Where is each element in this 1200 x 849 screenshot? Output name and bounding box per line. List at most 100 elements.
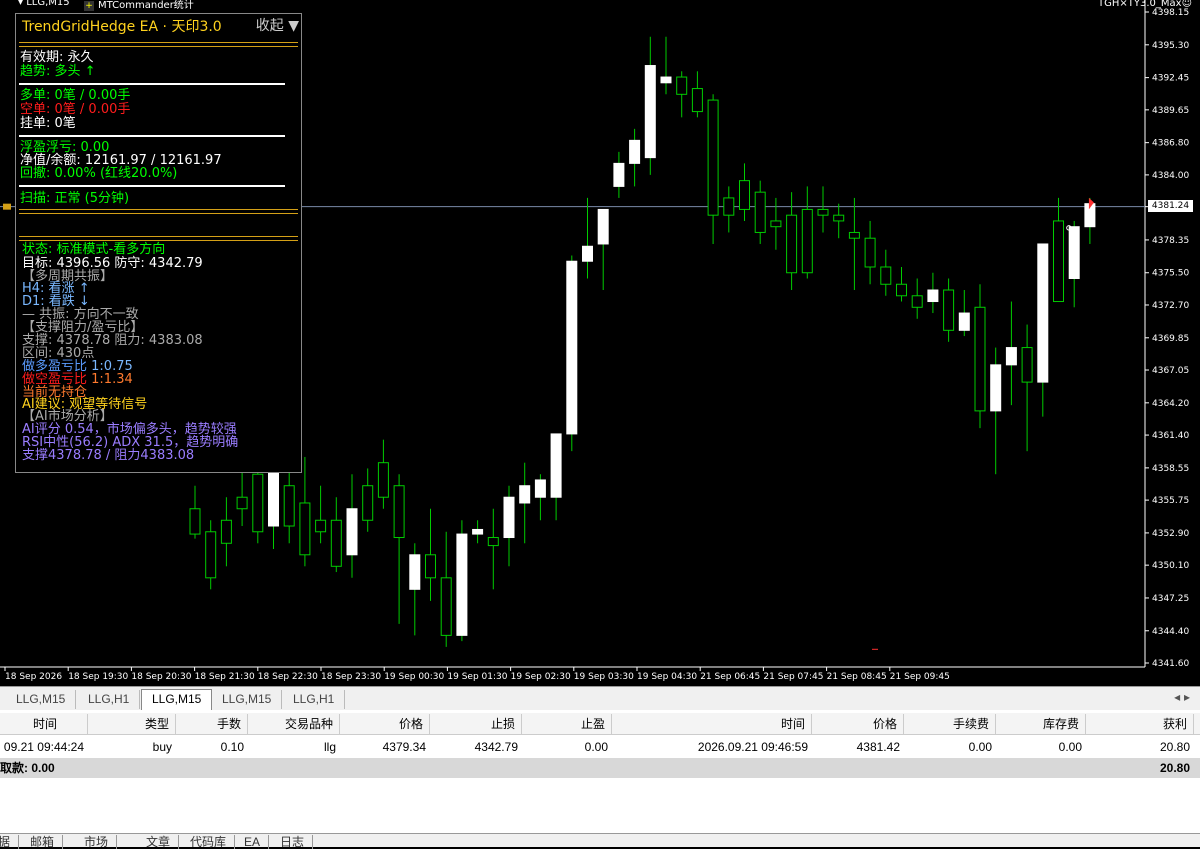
col-tp[interactable]: 止盈	[522, 714, 612, 734]
chart-tab[interactable]: LLG,M15	[212, 690, 283, 709]
candle-body	[189, 508, 201, 535]
candle-body	[691, 88, 703, 113]
col-open-time[interactable]: 时间	[0, 714, 88, 734]
col-current-price[interactable]: 价格	[812, 714, 904, 734]
cell-price: 4379.34	[382, 740, 426, 754]
divider	[19, 135, 285, 137]
candle-body	[739, 180, 750, 210]
col-swap[interactable]: 库存费	[996, 714, 1086, 734]
candle-body	[676, 76, 688, 95]
col-symbol[interactable]: 交易品种	[248, 714, 340, 734]
col-profit[interactable]: 获利	[1086, 714, 1194, 734]
cell-tp: 0.00	[584, 740, 608, 754]
cell-commission: 0.00	[968, 740, 992, 754]
candle-body	[283, 485, 295, 527]
candle-body	[927, 289, 939, 303]
chart-area[interactable]: 4398.15 4395.30 4392.45 4389.65 4386.80 4384.…	[0, 0, 1200, 686]
candle-body	[754, 191, 766, 233]
tab-scroll-arrows[interactable]: ◂ ▸	[1174, 690, 1190, 704]
terminal-tab-bar: 据 邮箱 市场 文章 代码库 EA 日志	[0, 833, 1200, 849]
table-row[interactable]: 09.21 09:44:24 buy 0.10 llg 4379.34 4342…	[0, 737, 1200, 757]
collapse-button[interactable]: 收起 ▼	[256, 15, 299, 35]
candle-body	[770, 220, 782, 228]
time-tick-label: 18 Sep 22:30	[258, 672, 318, 682]
candle-body	[943, 289, 955, 331]
candle-body	[723, 197, 735, 216]
candle-body	[1068, 226, 1080, 280]
table-header: 时间 类型 手数 交易品种 价格 止损 止盈 时间 价格 手续费 库存费 获利	[0, 713, 1200, 735]
chart-tab-active[interactable]: LLG,M15	[141, 689, 213, 710]
cell-symbol: llg	[323, 740, 336, 754]
col-price[interactable]: 价格	[340, 714, 430, 734]
time-tick-label: 18 Sep 2026	[5, 672, 62, 682]
price-tick-label: 4372.70	[1152, 301, 1189, 311]
candle-body	[1021, 347, 1033, 383]
candle-body	[440, 577, 452, 636]
divider	[19, 42, 298, 43]
time-tick-label: 18 Sep 19:30	[68, 672, 128, 682]
candle-body	[629, 139, 641, 164]
candle-body	[362, 485, 374, 521]
price-tick-label: 4350.10	[1152, 561, 1189, 571]
divider	[19, 213, 298, 214]
chart-tab[interactable]: LLG,H1	[78, 690, 141, 709]
col-type[interactable]: 类型	[88, 714, 176, 734]
candle-body	[974, 306, 986, 412]
ea-name-label: TGH×TY3.0_Max☺	[1098, 0, 1192, 9]
price-tick-label: 4395.30	[1152, 41, 1189, 51]
price-tick-label: 4347.25	[1152, 594, 1189, 604]
candle-body	[786, 214, 798, 274]
cell-open-time: 09.21 09:44:24	[3, 740, 84, 754]
candle-body	[817, 208, 829, 216]
time-tick-label: 19 Sep 00:30	[384, 672, 444, 682]
divider	[19, 185, 285, 187]
time-tick-label: 21 Sep 08:45	[827, 672, 887, 682]
candle-body	[801, 208, 813, 274]
price-tick-label: 4369.85	[1152, 334, 1189, 344]
terminal-panel: 时间 类型 手数 交易品种 价格 止损 止盈 时间 价格 手续费 库存费 获利 …	[0, 710, 1200, 847]
time-tick-label: 21 Sep 06:45	[700, 672, 760, 682]
candle-body	[236, 496, 248, 510]
plugin-label[interactable]: + MTCommander统计	[84, 0, 194, 11]
price-tick-label: 4355.75	[1152, 496, 1189, 506]
divider	[19, 46, 298, 47]
summary-label: 取款: 0.00	[0, 761, 55, 775]
candle-body	[644, 65, 656, 159]
cell-lots: 0.10	[220, 740, 244, 754]
chart-tab[interactable]: LLG,H1	[283, 690, 346, 709]
candle-body	[220, 519, 232, 544]
candle-body	[1053, 220, 1064, 303]
price-tick-label: 4341.60	[1152, 659, 1189, 669]
price-tick-label: 4386.80	[1152, 139, 1189, 149]
candle-body	[315, 519, 327, 533]
candle-body	[597, 208, 609, 245]
time-tick-label: 19 Sep 02:30	[511, 672, 571, 682]
candle-body	[456, 533, 468, 636]
divider	[19, 209, 298, 210]
col-time[interactable]: 时间	[612, 714, 812, 734]
price-tick-label: 4384.00	[1152, 171, 1189, 181]
candle-body	[503, 496, 515, 539]
time-tick-label: 21 Sep 07:45	[763, 672, 823, 682]
candle-body	[1005, 347, 1017, 366]
candle-body	[534, 479, 546, 498]
candle-body	[330, 519, 342, 567]
col-lots[interactable]: 手数	[176, 714, 248, 734]
trend-text: 趋势: 多头 ↑	[20, 64, 96, 79]
candle-body	[880, 266, 892, 285]
price-tick-label: 4361.40	[1152, 431, 1189, 441]
candle-body	[566, 260, 578, 435]
candle-body	[848, 231, 860, 239]
long-orders-text: 多单: 0笔 / 0.00手	[20, 88, 131, 103]
time-tick-label: 21 Sep 09:45	[890, 672, 950, 682]
candle-body	[1037, 243, 1049, 383]
chart-tab[interactable]: LLG,M15	[6, 690, 77, 709]
time-tick-label: 18 Sep 21:30	[195, 672, 255, 682]
col-commission[interactable]: 手续费	[904, 714, 996, 734]
candle-body	[409, 554, 421, 590]
col-sl[interactable]: 止损	[430, 714, 522, 734]
cell-swap: 0.00	[1058, 740, 1082, 754]
plugin-icon: +	[84, 1, 94, 11]
time-tick-label: 18 Sep 23:30	[321, 672, 381, 682]
candle-body	[958, 312, 970, 331]
